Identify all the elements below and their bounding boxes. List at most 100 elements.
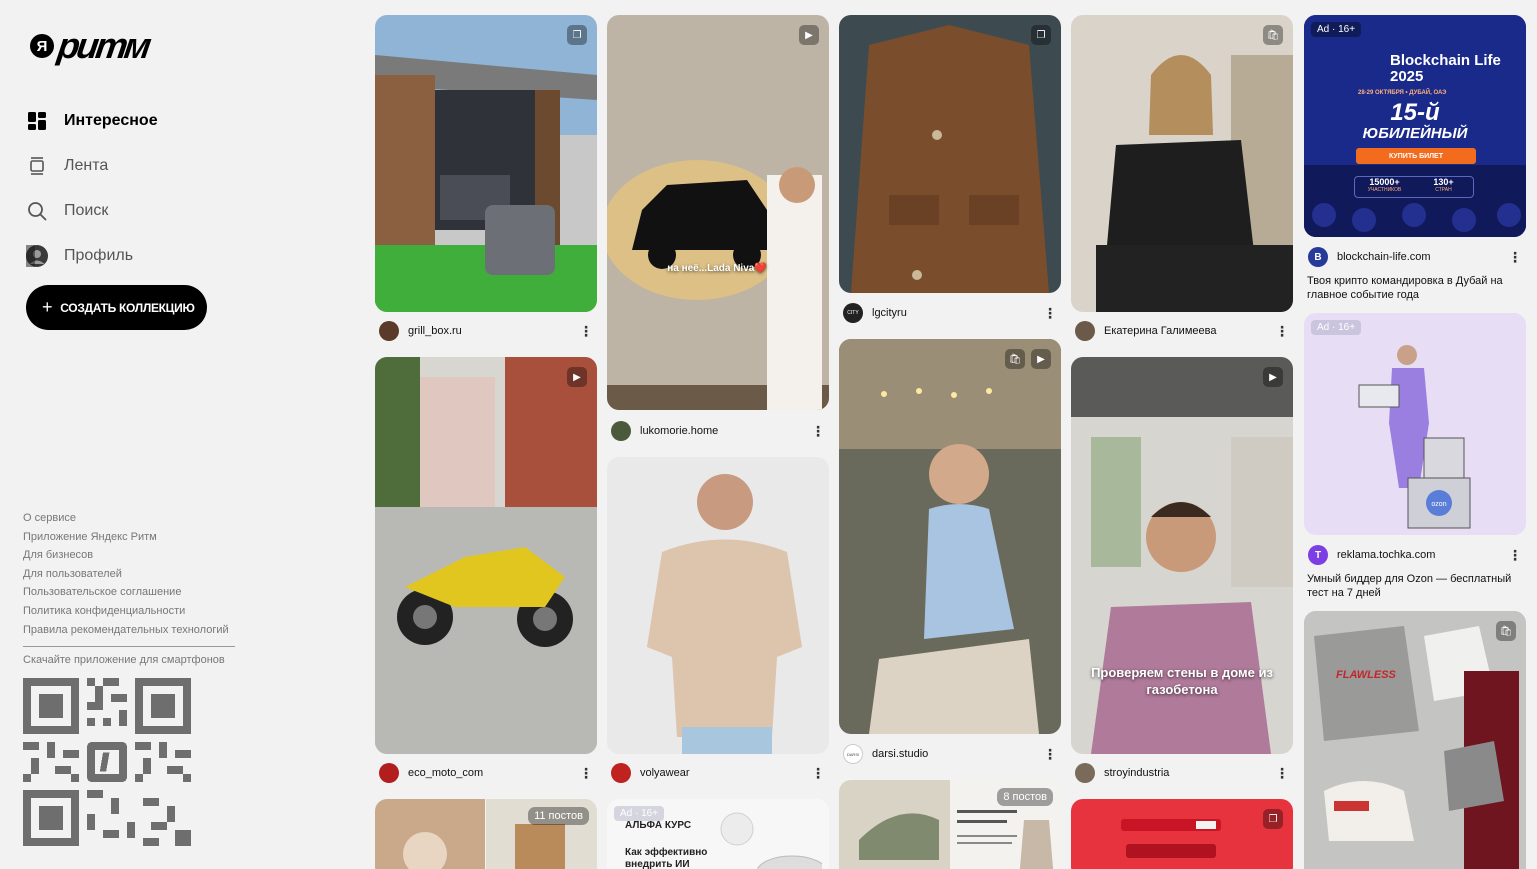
author-row[interactable]: Екатерина Галимеева ⋮ bbox=[1075, 320, 1289, 342]
card-image[interactable]: ▶ bbox=[375, 357, 597, 754]
author-name: lgcityru bbox=[872, 307, 907, 319]
more-options-icon[interactable]: ⋮ bbox=[811, 422, 825, 440]
card-image[interactable]: 🛍 bbox=[1071, 15, 1293, 312]
author-row[interactable]: lukomorie.home ⋮ bbox=[611, 420, 825, 442]
card-image[interactable]: ❐ bbox=[375, 15, 597, 312]
banner-number: 15-й bbox=[1390, 99, 1440, 126]
feed-card-jacket[interactable]: ❐ CITY lgcityru ⋮ bbox=[839, 15, 1061, 325]
feed-card-broccoli[interactable]: 8 постов bbox=[839, 780, 1061, 869]
author-avatar bbox=[379, 321, 399, 341]
card-image[interactable]: ▶ на неё...Lada Niva❤️ bbox=[607, 15, 829, 410]
buy-ticket-button[interactable]: КУПИТЬ БИЛЕТ bbox=[1356, 148, 1476, 164]
card-image[interactable]: Ad · 16+ АЛЬФА КУРС Как эффективно внедр… bbox=[607, 799, 829, 869]
more-options-icon[interactable]: ⋮ bbox=[1275, 322, 1289, 340]
posts-count-badge: 11 постов bbox=[528, 807, 589, 825]
footer-link-app[interactable]: Приложение Яндекс Ритм bbox=[23, 528, 235, 547]
footer-link-users[interactable]: Для пользователей bbox=[23, 565, 235, 584]
card-image[interactable]: 🛍 ▶ bbox=[839, 339, 1061, 734]
more-options-icon[interactable]: ⋮ bbox=[579, 322, 593, 340]
footer-link-about[interactable]: О сервисе bbox=[23, 509, 235, 528]
ad-brand: АЛЬФА КУРС bbox=[625, 820, 692, 831]
nav-item-profile[interactable]: Профиль bbox=[26, 233, 158, 278]
more-options-icon[interactable]: ⋮ bbox=[1508, 546, 1522, 564]
nav-item-interesting[interactable]: Интересное bbox=[26, 98, 158, 143]
more-options-icon[interactable]: ⋮ bbox=[811, 764, 825, 782]
ritm-wordmark: ритм bbox=[55, 25, 152, 66]
feed-card-stroyindustria[interactable]: ▶ Проверяем стены в доме из газобетона s… bbox=[1071, 357, 1293, 787]
more-options-icon[interactable]: ⋮ bbox=[1043, 304, 1057, 322]
more-options-icon[interactable]: ⋮ bbox=[579, 764, 593, 782]
author-avatar: B bbox=[1308, 247, 1328, 267]
feed-card-alfa-ad[interactable]: Ad · 16+ АЛЬФА КУРС Как эффективно внедр… bbox=[607, 799, 829, 869]
feed-card-grill[interactable]: ❐ grill_box.ru ⋮ bbox=[375, 15, 597, 345]
author-row[interactable]: stroyindustria ⋮ bbox=[1075, 762, 1289, 784]
feed-card-tochka-ad[interactable]: ozon Ad · 16+ T reklama.tochka.com ⋮ Умн… bbox=[1304, 313, 1526, 603]
nav-label: Профиль bbox=[64, 246, 134, 264]
author-row[interactable]: T reklama.tochka.com ⋮ bbox=[1308, 544, 1522, 566]
card-image[interactable]: FLAWLESS 🛍 bbox=[1304, 611, 1526, 869]
video-caption: на неё...Lada Niva❤️ bbox=[667, 263, 767, 274]
author-row[interactable]: volyawear ⋮ bbox=[611, 762, 825, 784]
feed-card-volyawear[interactable]: volyawear ⋮ bbox=[607, 457, 829, 787]
sidebar: Я ритм Интересное Лента Поиск Профиль + … bbox=[0, 0, 360, 869]
video-caption: Проверяем стены в доме из газобетона bbox=[1091, 665, 1273, 697]
create-collection-label: СОЗДАТЬ КОЛЛЕКЦИЮ bbox=[60, 300, 195, 315]
card-image[interactable]: ❐ bbox=[839, 15, 1061, 293]
author-avatar bbox=[1075, 321, 1095, 341]
card-image[interactable]: ozon Ad · 16+ bbox=[1304, 313, 1526, 535]
card-image[interactable]: 11 постов bbox=[375, 799, 597, 869]
banner-date: 28-29 ОКТЯБРЯ • ДУБАЙ, ОАЭ bbox=[1358, 90, 1447, 96]
footer-link-privacy[interactable]: Политика конфиденциальности bbox=[23, 602, 235, 621]
feed-card-niva[interactable]: ▶ на неё...Lada Niva❤️ lukomorie.home ⋮ bbox=[607, 15, 829, 445]
card-image[interactable]: Ad · 16+ Blockchain Life 2025 28-29 ОКТЯ… bbox=[1304, 15, 1526, 237]
author-avatar bbox=[1075, 763, 1095, 783]
author-avatar bbox=[611, 763, 631, 783]
more-options-icon[interactable]: ⋮ bbox=[1275, 764, 1289, 782]
stat-participants: 15000+ УЧАСТНИКОВ bbox=[1355, 177, 1414, 197]
nav-item-feed[interactable]: Лента bbox=[26, 143, 158, 188]
gallery-icon: ❐ bbox=[1263, 809, 1283, 829]
banner-subtitle: ЮБИЛЕЙНЫЙ bbox=[1362, 125, 1468, 142]
create-collection-button[interactable]: + СОЗДАТЬ КОЛЛЕКЦИЮ bbox=[26, 285, 207, 330]
author-name: grill_box.ru bbox=[408, 325, 462, 337]
plus-icon: + bbox=[42, 297, 53, 317]
suede-jacket-image bbox=[839, 15, 1061, 293]
nav-item-search[interactable]: Поиск bbox=[26, 188, 158, 233]
card-image[interactable] bbox=[607, 457, 829, 754]
author-row[interactable]: grill_box.ru ⋮ bbox=[379, 320, 593, 342]
stat-label: СТРАН bbox=[1435, 187, 1452, 193]
nav-label: Интересное bbox=[64, 111, 158, 129]
author-row[interactable]: DARSI darsi.studio ⋮ bbox=[843, 743, 1057, 765]
footer-link-terms[interactable]: Пользовательское соглашение bbox=[23, 583, 235, 602]
nav-label: Поиск bbox=[64, 201, 109, 219]
author-row[interactable]: eco_moto_com ⋮ bbox=[379, 762, 593, 784]
tshirt-model-image bbox=[607, 457, 829, 754]
card-image[interactable]: ▶ Проверяем стены в доме из газобетона bbox=[1071, 357, 1293, 754]
author-row[interactable]: B blockchain-life.com ⋮ bbox=[1308, 246, 1522, 268]
card-image[interactable]: ❐ bbox=[1071, 799, 1293, 869]
feed-card-moto[interactable]: ▶ eco_moto_com ⋮ bbox=[375, 357, 597, 787]
logo[interactable]: Я ритм bbox=[30, 24, 152, 68]
outfit-flatlay-image bbox=[1304, 611, 1526, 869]
feed-card-lipstick[interactable]: ❐ bbox=[1071, 799, 1293, 869]
footer-links: О сервисе Приложение Яндекс Ритм Для биз… bbox=[23, 509, 235, 668]
dress-model-image bbox=[839, 339, 1061, 734]
stat-value: 15000+ bbox=[1369, 177, 1400, 187]
feed-card-darsi[interactable]: 🛍 ▶ DARSI darsi.studio ⋮ bbox=[839, 339, 1061, 769]
ozon-illustration: ozon bbox=[1304, 313, 1526, 535]
author-row[interactable]: CITY lgcityru ⋮ bbox=[843, 302, 1057, 324]
footer-link-recommendation-rules[interactable]: Правила рекомендательных технологий bbox=[23, 621, 235, 640]
card-image[interactable]: 8 постов bbox=[839, 780, 1061, 869]
author-name: volyawear bbox=[640, 767, 690, 779]
feed-card-blockchain-ad[interactable]: Ad · 16+ Blockchain Life 2025 28-29 ОКТЯ… bbox=[1304, 15, 1526, 305]
feed-card-ekaterina[interactable]: 🛍 Екатерина Галимеева ⋮ bbox=[1071, 15, 1293, 345]
feed-card-flawless[interactable]: FLAWLESS 🛍 bbox=[1304, 611, 1526, 869]
more-options-icon[interactable]: ⋮ bbox=[1508, 248, 1522, 266]
shirt-print-text: FLAWLESS bbox=[1336, 669, 1396, 681]
footer-link-business[interactable]: Для бизнесов bbox=[23, 546, 235, 565]
feed-card-baby[interactable]: 11 постов bbox=[375, 799, 597, 869]
more-options-icon[interactable]: ⋮ bbox=[1043, 745, 1057, 763]
gallery-icon: ❐ bbox=[567, 25, 587, 45]
ad-description: Твоя крипто командировка в Дубай на глав… bbox=[1307, 275, 1503, 301]
author-avatar bbox=[379, 763, 399, 783]
